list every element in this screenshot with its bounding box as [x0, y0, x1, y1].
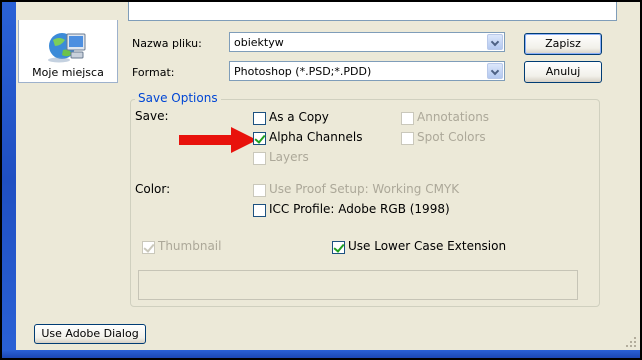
chevron-down-icon[interactable]: [487, 34, 503, 50]
format-label: Format:: [132, 66, 175, 79]
format-value: Photoshop (*.PSD;*.PDD): [234, 65, 372, 78]
file-list-view[interactable]: [128, 2, 617, 21]
format-combo[interactable]: Photoshop (*.PSD;*.PDD): [229, 61, 505, 81]
lower-case-extension-label: Use Lower Case Extension: [348, 239, 507, 253]
thumbnail-label: Thumbnail: [158, 239, 222, 253]
save-dialog: Moje miejsca Nazwa pliku: obiektyw Forma…: [16, 2, 640, 350]
places-label: Moje miejsca: [32, 66, 104, 79]
spot-colors-label: Spot Colors: [417, 130, 486, 144]
chevron-down-icon[interactable]: [487, 63, 503, 79]
cancel-button[interactable]: Anuluj: [524, 61, 602, 83]
annotations-checkbox: [401, 112, 414, 125]
layers-checkbox: [253, 152, 266, 165]
use-proof-setup-label: Use Proof Setup: Working CMYK: [269, 182, 460, 196]
save-label: Save:: [135, 109, 169, 123]
color-label: Color:: [135, 182, 171, 196]
icc-profile-label: ICC Profile: Adobe RGB (1998): [269, 202, 450, 216]
annotations-label: Annotations: [417, 110, 490, 124]
red-arrow-icon: [179, 127, 257, 153]
file-name-value: obiektyw: [234, 36, 284, 49]
file-name-combo[interactable]: obiektyw: [229, 32, 505, 52]
save-options-title: Save Options: [135, 91, 221, 105]
places-bar-my-places[interactable]: Moje miejsca: [18, 20, 118, 83]
warning-message-box: [138, 270, 578, 300]
computer-network-icon: [48, 33, 86, 63]
save-button[interactable]: Zapisz: [524, 33, 602, 55]
alpha-channels-label: Alpha Channels: [269, 130, 363, 144]
spot-colors-checkbox: [401, 132, 414, 145]
as-a-copy-checkbox[interactable]: [253, 112, 266, 125]
resize-grip-icon[interactable]: [625, 336, 637, 348]
use-adobe-dialog-button[interactable]: Use Adobe Dialog: [34, 324, 146, 344]
window-border-bottom: [2, 350, 640, 358]
window-border-left: [2, 2, 16, 358]
file-name-label: Nazwa pliku:: [132, 37, 202, 50]
lower-case-extension-checkbox[interactable]: [332, 241, 345, 254]
layers-label: Layers: [269, 150, 309, 164]
window-frame: Moje miejsca Nazwa pliku: obiektyw Forma…: [0, 0, 642, 360]
as-a-copy-label: As a Copy: [269, 110, 329, 124]
thumbnail-checkbox: [142, 241, 155, 254]
icc-profile-checkbox[interactable]: [253, 204, 266, 217]
use-proof-setup-checkbox: [253, 184, 266, 197]
alpha-channels-checkbox[interactable]: [253, 132, 266, 145]
